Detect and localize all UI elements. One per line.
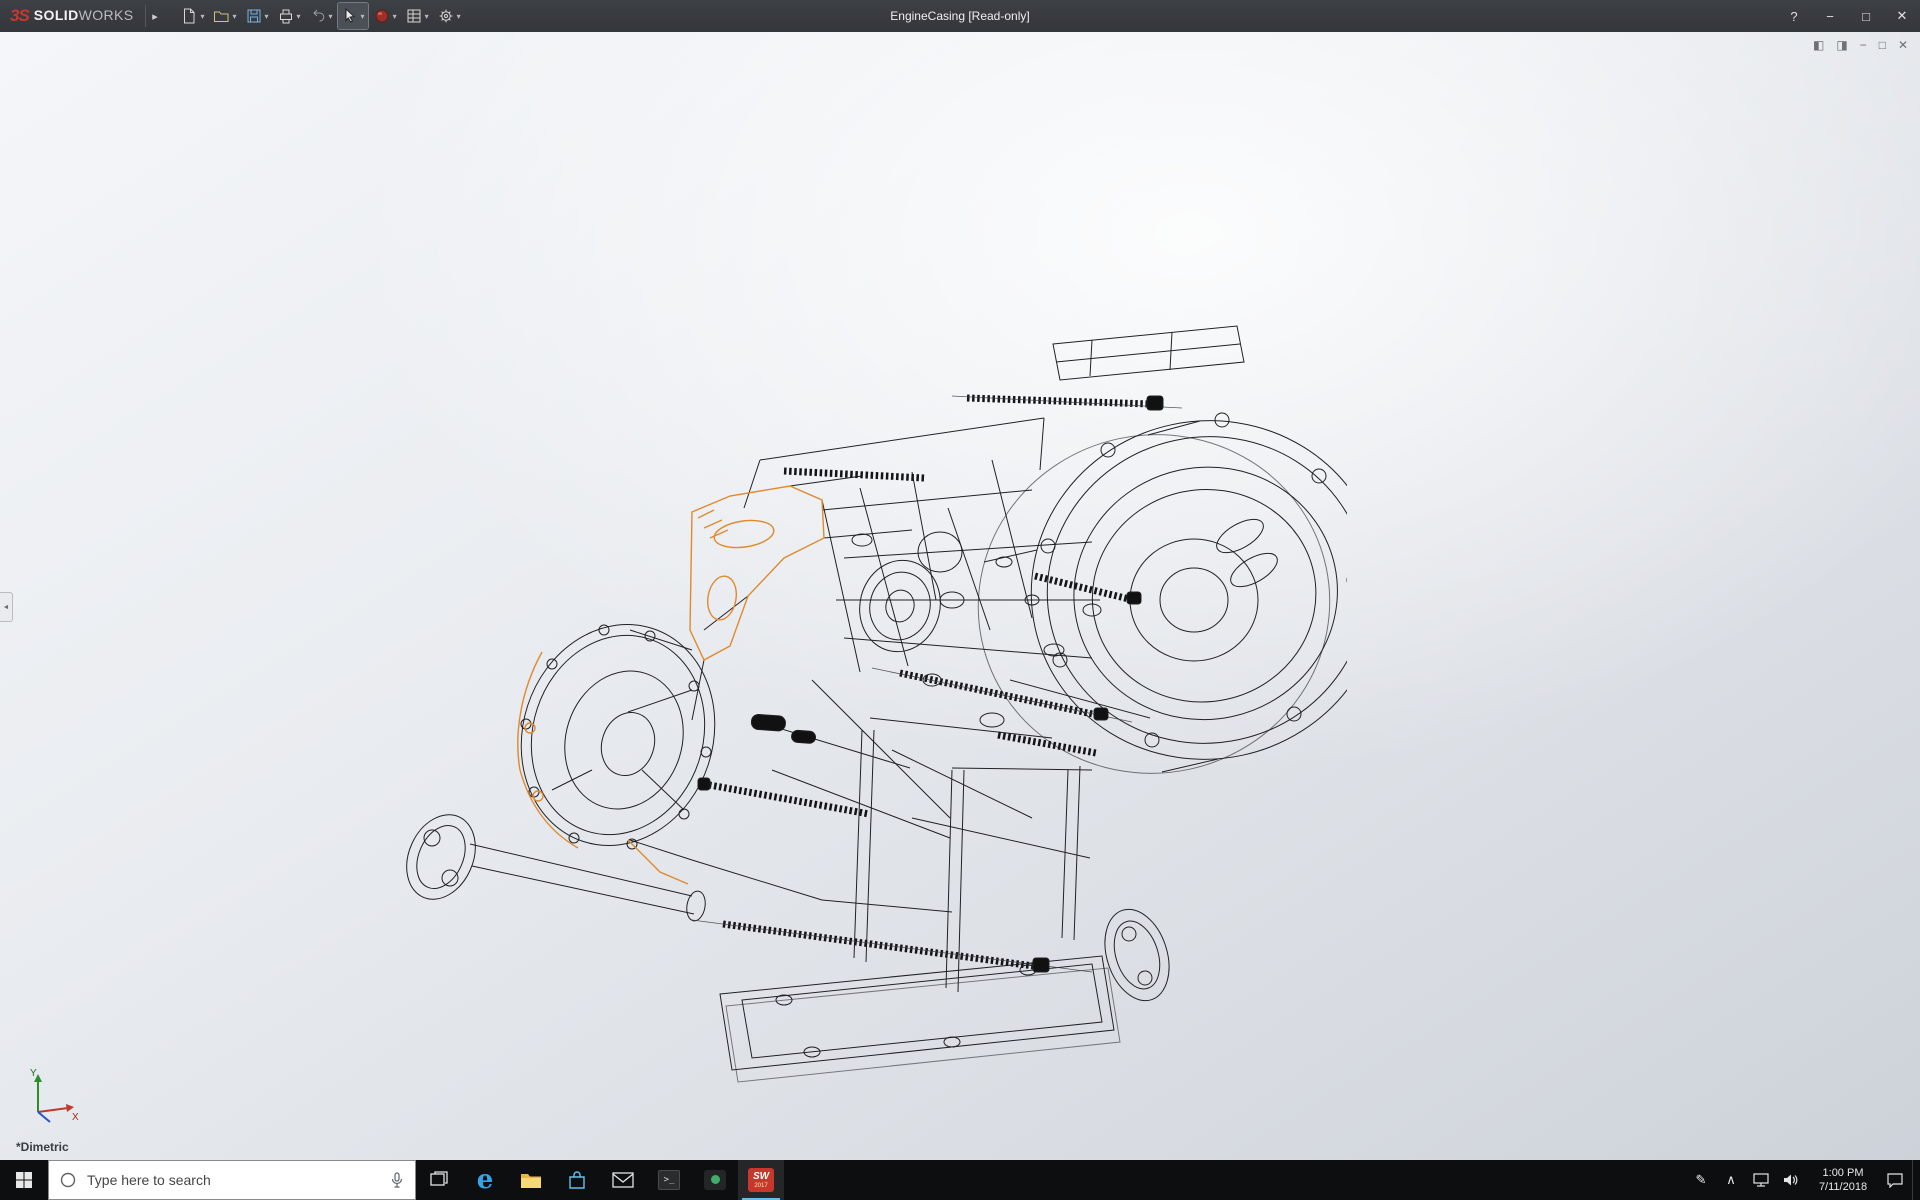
volume-icon[interactable]: [1778, 1160, 1804, 1200]
titlebar-window-controls: ? − □ ✕: [1776, 0, 1920, 32]
doc-close-button[interactable]: ✕: [1898, 38, 1908, 52]
windows-ink-icon[interactable]: ✎: [1688, 1160, 1714, 1200]
microphone-icon[interactable]: [389, 1171, 405, 1189]
task-view-button[interactable]: [416, 1160, 462, 1200]
save-icon: [245, 7, 263, 25]
open-folder-icon: [212, 7, 230, 25]
triad-x-label: X: [72, 1112, 79, 1123]
brand-text-light: WORKS: [79, 7, 134, 23]
dropdown-caret-icon[interactable]: ▾: [329, 12, 333, 21]
console-button[interactable]: >_: [646, 1160, 692, 1200]
volume-glyph: [1783, 1173, 1799, 1187]
taskbar-search[interactable]: [48, 1160, 416, 1200]
dropdown-caret-icon[interactable]: ▾: [457, 12, 461, 21]
store-icon: [567, 1170, 587, 1190]
base-plate[interactable]: [720, 956, 1120, 1082]
highlighted-component[interactable]: [518, 486, 824, 884]
sw-badge-line2: 2017: [754, 1183, 767, 1189]
store-button[interactable]: [554, 1160, 600, 1200]
triad-y-label: Y: [30, 1068, 37, 1079]
solidworks-brand: 3S SOLIDWORKS: [0, 0, 141, 32]
system-tray: ✎ ∧ 1:00 PM 7/11/2018: [1688, 1160, 1920, 1200]
console-icon: >_: [658, 1170, 680, 1190]
help-button[interactable]: ?: [1776, 0, 1812, 32]
new-document-icon: [180, 7, 198, 25]
search-input[interactable]: [87, 1172, 379, 1188]
dropdown-caret-icon[interactable]: ▾: [297, 12, 301, 21]
dropdown-caret-icon[interactable]: ▾: [425, 12, 429, 21]
print-button[interactable]: ▾: [274, 3, 304, 29]
new-document-button[interactable]: ▾: [177, 3, 207, 29]
mail-icon: [612, 1171, 634, 1189]
media-app-icon: [704, 1170, 726, 1190]
start-button[interactable]: [0, 1160, 48, 1200]
dropdown-caret-icon[interactable]: ▾: [232, 12, 236, 21]
doc-minimize-button[interactable]: −: [1860, 38, 1867, 52]
print-icon: [277, 7, 295, 25]
open-button[interactable]: ▾: [209, 3, 239, 29]
save-button[interactable]: ▾: [242, 3, 272, 29]
dropdown-caret-icon[interactable]: ▾: [265, 12, 269, 21]
show-hidden-icons-button[interactable]: ∧: [1718, 1160, 1744, 1200]
solidworks-taskbar-button[interactable]: SW 2017: [738, 1160, 784, 1200]
sw-badge-line1: SW: [753, 1172, 769, 1182]
select-tool-button[interactable]: ▾: [338, 3, 368, 29]
spring-studs[interactable]: [692, 396, 1182, 972]
options-button[interactable]: ▾: [434, 3, 464, 29]
solidworks-titlebar: 3S SOLIDWORKS ▸ ▾ ▾ ▾: [0, 0, 1920, 32]
clock-time: 1:00 PM: [1808, 1166, 1878, 1180]
windows-logo-icon: [15, 1171, 33, 1189]
dropdown-caret-icon[interactable]: ▾: [393, 12, 397, 21]
document-window-controls: ◧ ◨ − □ ✕: [1813, 38, 1908, 52]
menu-flyout-arrow[interactable]: ▸: [145, 5, 163, 27]
network-glyph: [1753, 1173, 1769, 1187]
right-flange[interactable]: [1094, 901, 1180, 1009]
solidworks-app-icon: SW 2017: [748, 1168, 774, 1192]
orientation-triad: Y X: [22, 1066, 82, 1126]
feature-tree-expand-tab[interactable]: ◄: [0, 592, 13, 622]
cad-wireframe-model[interactable]: [392, 300, 1347, 1090]
action-center-glyph: [1887, 1173, 1903, 1188]
front-cover-plate[interactable]: [493, 599, 743, 871]
edge-button[interactable]: e: [462, 1160, 508, 1200]
flywheel-housing[interactable]: [947, 388, 1347, 806]
network-icon[interactable]: [1748, 1160, 1774, 1200]
clock-date: 7/11/2018: [1808, 1180, 1878, 1194]
view-orientation-label: *Dimetric: [16, 1140, 69, 1154]
action-center-icon[interactable]: [1882, 1160, 1908, 1200]
split-left-icon[interactable]: ◧: [1813, 38, 1824, 52]
tray-clock[interactable]: 1:00 PM 7/11/2018: [1808, 1166, 1878, 1194]
brand-text-bold: SOLID: [34, 7, 79, 23]
graphics-viewport[interactable]: ◧ ◨ − □ ✕ ◄: [0, 32, 1920, 1160]
maximize-button[interactable]: □: [1848, 0, 1884, 32]
search-icon: [59, 1171, 77, 1189]
windows-taskbar: e >_ SW 2017 ✎ ∧: [0, 1160, 1920, 1200]
dropdown-caret-icon[interactable]: ▾: [200, 12, 204, 21]
file-explorer-icon: [520, 1170, 542, 1190]
undo-button[interactable]: ▾: [306, 3, 336, 29]
appearance-button[interactable]: ▾: [370, 3, 400, 29]
appearance-sphere-icon: [373, 7, 391, 25]
undo-icon: [309, 7, 327, 25]
quick-toolbar: ▾ ▾ ▾ ▾ ▾: [177, 0, 463, 32]
dropdown-caret-icon[interactable]: ▾: [361, 12, 365, 21]
properties-button[interactable]: ▾: [402, 3, 432, 29]
close-button[interactable]: ✕: [1884, 0, 1920, 32]
minimize-button[interactable]: −: [1812, 0, 1848, 32]
split-right-icon[interactable]: ◨: [1836, 38, 1847, 52]
file-explorer-button[interactable]: [508, 1160, 554, 1200]
doc-restore-button[interactable]: □: [1879, 38, 1886, 52]
media-app-button[interactable]: [692, 1160, 738, 1200]
dassault-logo-icon: 3S: [10, 6, 29, 26]
edge-icon: e: [477, 1167, 494, 1193]
select-cursor-icon: [341, 7, 359, 25]
sheet-properties-icon: [405, 7, 423, 25]
mail-button[interactable]: [600, 1160, 646, 1200]
options-gear-icon: [437, 7, 455, 25]
show-desktop-button[interactable]: [1912, 1160, 1918, 1200]
task-view-icon: [429, 1170, 449, 1190]
gearcase-body[interactable]: [630, 418, 1150, 992]
